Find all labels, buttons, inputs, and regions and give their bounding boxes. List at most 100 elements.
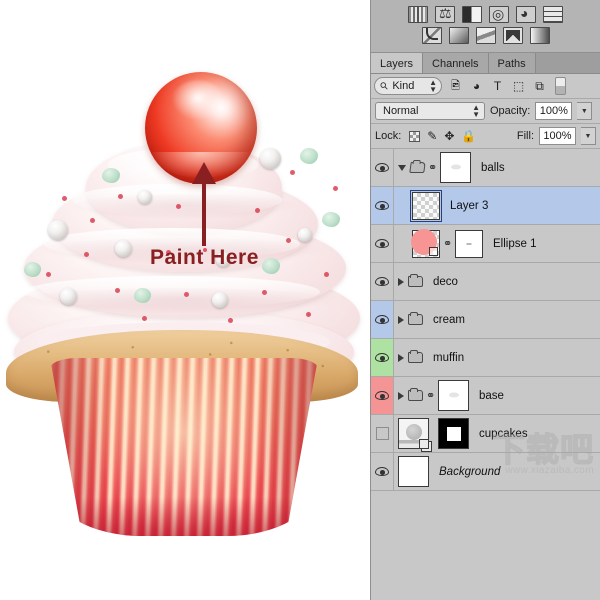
blend-mode-value: Normal (383, 105, 419, 117)
eye-icon (375, 239, 389, 248)
layer-row-muffin[interactable]: muffin (371, 339, 600, 377)
filter-adjustment-layers-icon[interactable]: ◕ (469, 79, 484, 93)
leaf-sprinkle (24, 262, 41, 277)
visibility-toggle[interactable] (371, 149, 394, 186)
layer-row-cream[interactable]: cream (371, 301, 600, 339)
vibrance-icon[interactable] (516, 6, 536, 23)
visibility-toggle[interactable] (371, 301, 394, 338)
gradient-fill-icon[interactable] (529, 27, 550, 44)
cherry-specular-highlight (172, 80, 224, 120)
sprinkle-dot (333, 186, 338, 191)
layer-row-body: cupcakes (394, 415, 600, 452)
visibility-toggle[interactable] (371, 453, 394, 490)
layer-row-base[interactable]: ⚭ base (371, 377, 600, 415)
expand-triangle-icon[interactable] (398, 164, 406, 171)
link-icon[interactable]: ⚭ (426, 390, 435, 401)
filter-kind-dropdown[interactable]: ⚲ Kind ▲ ▼ (374, 77, 442, 95)
opacity-label: Opacity: (490, 105, 531, 117)
layer-name[interactable]: base (479, 390, 504, 402)
lock-all-icon[interactable]: 🔒 (461, 129, 476, 143)
filter-enable-toggle[interactable] (555, 77, 566, 95)
filter-pixel-layers-icon[interactable]: 🖻 (448, 77, 463, 96)
sprinkle-dot (255, 208, 260, 213)
pearl-bead (298, 228, 312, 242)
selective-color-icon[interactable] (475, 27, 496, 44)
lock-position-icon[interactable]: ✥ (444, 129, 454, 143)
fill-label: Fill: (516, 130, 534, 142)
fill-input[interactable]: 100% (539, 127, 576, 145)
visibility-toggle[interactable] (371, 187, 394, 224)
lock-transparent-pixels-icon[interactable] (409, 130, 421, 142)
layer-thumbnail[interactable] (410, 189, 442, 222)
link-icon[interactable]: ⚭ (443, 238, 452, 249)
layer-row-body: ⚭ balls (394, 149, 600, 186)
layer-name[interactable]: Background (439, 466, 500, 478)
layer-mask-thumbnail[interactable] (438, 380, 469, 411)
shape-layer-thumbnail[interactable] (411, 228, 440, 258)
tab-bar-filler (535, 53, 600, 73)
black-white-icon[interactable] (462, 6, 482, 23)
smart-object-badge-icon (419, 439, 432, 452)
layer-row-balls[interactable]: ⚭ balls (371, 149, 600, 187)
opacity-dropdown-arrow[interactable]: ▼ (577, 102, 593, 120)
exposure-icon[interactable] (489, 6, 509, 23)
layer-name[interactable]: balls (481, 162, 505, 174)
visibility-toggle[interactable] (371, 225, 394, 262)
invert-icon[interactable] (502, 27, 523, 44)
annotation-arrow-shaft (202, 178, 206, 246)
filter-shape-layers-icon[interactable]: ⬚ (511, 79, 526, 93)
layer-row-ellipse-1[interactable]: ⚭ Ellipse 1 (371, 225, 600, 263)
layer-name[interactable]: Ellipse 1 (493, 238, 536, 250)
pattern-grid-icon[interactable] (543, 6, 563, 23)
vector-mask-thumbnail[interactable] (455, 229, 483, 258)
link-icon[interactable]: ⚭ (428, 162, 437, 173)
filter-smart-objects-icon[interactable]: ⧉ (532, 79, 547, 94)
visibility-toggle[interactable] (371, 377, 394, 414)
filter-type-layers-icon[interactable]: T (490, 79, 505, 93)
layer-row-cupcakes[interactable]: cupcakes (371, 415, 600, 453)
stepper-arrows-icon: ▲ ▼ (429, 78, 437, 94)
tab-channels[interactable]: Channels (423, 53, 489, 73)
layer-row-body: ⚭ base (394, 377, 600, 414)
sprinkle-dot (62, 196, 67, 201)
layer-mask-thumbnail[interactable] (440, 152, 471, 183)
expand-triangle-icon[interactable] (398, 315, 404, 324)
sprinkle-dot (324, 272, 329, 277)
tab-paths[interactable]: Paths (488, 53, 536, 73)
lock-image-pixels-icon[interactable]: ✎ (427, 129, 437, 143)
pearl-bead (60, 288, 77, 305)
layer-thumbnail[interactable] (398, 456, 429, 487)
leaf-sprinkle (262, 258, 280, 274)
gradient-map-icon[interactable] (448, 27, 469, 44)
visibility-toggle[interactable] (371, 339, 394, 376)
visibility-toggle[interactable] (371, 415, 394, 452)
layer-list: ⚭ balls Layer 3 ⚭ Ellipse 1 deco cream m… (371, 149, 600, 491)
layer-name[interactable]: deco (433, 276, 458, 288)
smart-object-thumbnail[interactable] (398, 418, 432, 452)
histogram-icon[interactable] (408, 6, 428, 23)
curves-icon[interactable] (421, 27, 442, 44)
layer-name[interactable]: muffin (433, 352, 464, 364)
layer-mask-thumbnail[interactable] (438, 418, 469, 449)
search-icon: ⚲ (378, 79, 392, 93)
fill-dropdown-arrow[interactable]: ▼ (581, 127, 596, 145)
layer-name[interactable]: cupcakes (479, 428, 528, 440)
expand-triangle-icon[interactable] (398, 353, 404, 362)
eye-icon (375, 467, 389, 476)
layer-name[interactable]: Layer 3 (450, 200, 488, 212)
layer-row-background[interactable]: Background (371, 453, 600, 491)
tab-layers[interactable]: Layers (371, 53, 424, 73)
layer-row-layer-3[interactable]: Layer 3 (371, 187, 600, 225)
color-balance-icon[interactable] (435, 6, 455, 23)
visibility-toggle[interactable] (371, 263, 394, 300)
opacity-input[interactable]: 100% (535, 102, 573, 120)
pearl-bead (260, 148, 281, 169)
sprinkle-dot (286, 238, 291, 243)
document-canvas[interactable]: Paint Here (0, 0, 370, 600)
layer-name[interactable]: cream (433, 314, 465, 326)
expand-triangle-icon[interactable] (398, 391, 404, 400)
blend-mode-dropdown[interactable]: Normal ▲ ▼ (375, 102, 485, 120)
lock-icon-group: ✎ ✥ 🔒 (409, 129, 476, 143)
layer-row-deco[interactable]: deco (371, 263, 600, 301)
expand-triangle-icon[interactable] (398, 277, 404, 286)
